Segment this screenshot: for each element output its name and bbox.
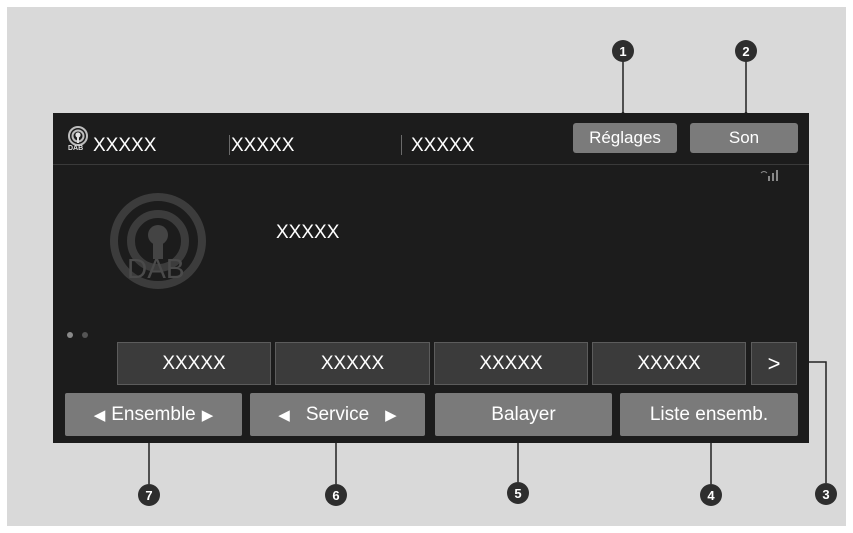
sound-button[interactable]: Son bbox=[690, 123, 798, 153]
preset-button-3[interactable]: XXXXX bbox=[434, 342, 588, 385]
tab-divider bbox=[229, 135, 230, 155]
service-button[interactable]: ◀ Service ▶ bbox=[250, 393, 425, 436]
page-dot bbox=[82, 332, 88, 338]
station-name: XXXXX bbox=[276, 222, 340, 243]
right-arrow-icon: ▶ bbox=[385, 406, 397, 424]
page-dot-active bbox=[67, 332, 73, 338]
callout-2: 2 bbox=[735, 40, 757, 62]
dab-logo-icon: DAB bbox=[107, 189, 213, 289]
preset-button-1[interactable]: XXXXX bbox=[117, 342, 271, 385]
tab-2[interactable]: XXXXX bbox=[231, 135, 294, 157]
dab-source-icon: DAB bbox=[67, 126, 89, 154]
callout-4: 4 bbox=[700, 484, 722, 506]
dab-icon-label: DAB bbox=[68, 145, 84, 152]
callout-1: 1 bbox=[612, 40, 634, 62]
settings-button[interactable]: Réglages bbox=[573, 123, 677, 153]
service-label: Service bbox=[305, 403, 370, 425]
header-divider bbox=[53, 164, 809, 165]
next-presets-button[interactable]: > bbox=[751, 342, 797, 385]
ensemble-list-button[interactable]: Liste ensemb. bbox=[620, 393, 798, 436]
signal-icon bbox=[759, 168, 781, 182]
tab-divider bbox=[401, 135, 402, 155]
tab-3[interactable]: XXXXX bbox=[411, 135, 474, 157]
callout-6: 6 bbox=[325, 484, 347, 506]
dab-screen: DAB XXXXX XXXXX XXXXX Réglages Son DAB X… bbox=[53, 113, 809, 443]
dab-logo-label: DAB bbox=[127, 253, 185, 284]
preset-button-2[interactable]: XXXXX bbox=[275, 342, 430, 385]
callout-5: 5 bbox=[507, 482, 529, 504]
preset-button-4[interactable]: XXXXX bbox=[592, 342, 746, 385]
left-arrow-icon: ◀ bbox=[93, 406, 106, 424]
ensemble-button[interactable]: ◀ Ensemble ▶ bbox=[65, 393, 242, 436]
callout-7: 7 bbox=[138, 484, 160, 506]
scan-button[interactable]: Balayer bbox=[435, 393, 612, 436]
right-arrow-icon: ▶ bbox=[201, 406, 214, 424]
tab-1[interactable]: XXXXX bbox=[93, 135, 156, 157]
ensemble-label: Ensemble bbox=[111, 403, 196, 425]
left-arrow-icon: ◀ bbox=[278, 406, 290, 424]
callout-3: 3 bbox=[815, 483, 837, 505]
